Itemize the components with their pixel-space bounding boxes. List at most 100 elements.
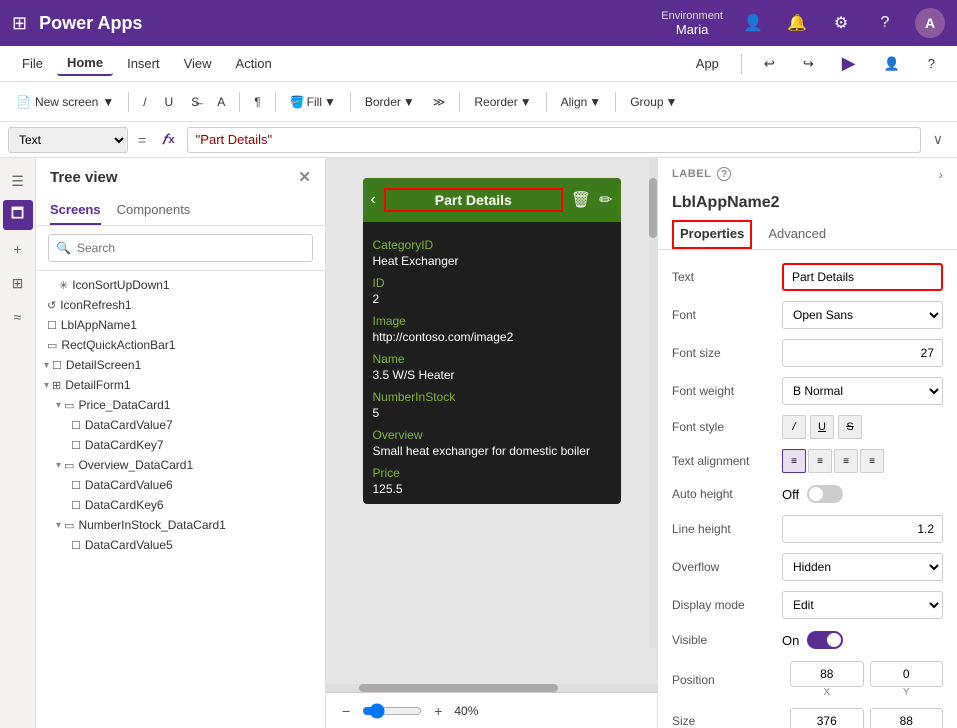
pos-x-group: X	[790, 661, 864, 698]
left-icon-add[interactable]: +	[3, 234, 33, 264]
reorder-button[interactable]: Reorder ▼	[466, 91, 539, 113]
menu-insert[interactable]: Insert	[117, 52, 170, 75]
align-justify-btn[interactable]: ≡	[860, 449, 884, 473]
user-icon[interactable]: 👤	[739, 9, 767, 37]
tree-item-rectquickactionbar1[interactable]: ▭ RectQuickActionBar1	[36, 335, 325, 355]
font-color-btn[interactable]: A	[209, 91, 233, 113]
canvas-scroll-thumb[interactable]	[649, 178, 657, 238]
close-icon[interactable]: ✕	[298, 168, 311, 186]
tree-item-price-datacard1[interactable]: ▾ ▭ Price_DataCard1	[36, 395, 325, 415]
back-icon[interactable]: ‹	[371, 191, 376, 209]
notification-icon[interactable]: 🔔	[783, 9, 811, 37]
phone-title[interactable]: Part Details	[384, 188, 563, 212]
zoom-in-button[interactable]: +	[430, 701, 446, 721]
zoom-slider[interactable]	[362, 703, 422, 719]
font-select[interactable]: Open Sans	[782, 301, 943, 329]
expand-btn[interactable]: ≫	[425, 91, 454, 113]
left-icon-vars[interactable]: ≈	[3, 302, 33, 332]
formula-input[interactable]	[187, 127, 921, 153]
font-size-input[interactable]	[782, 339, 943, 367]
formula-expand-icon[interactable]: ∨	[927, 131, 949, 148]
displaymode-select[interactable]: Edit	[782, 591, 943, 619]
right-panel-expand-icon[interactable]: ›	[938, 166, 943, 182]
expand-icon: ▾	[56, 520, 61, 531]
underline-btn[interactable]: U	[157, 91, 182, 113]
menu-view[interactable]: View	[174, 52, 222, 75]
italic-btn[interactable]: /	[782, 415, 806, 439]
tab-properties[interactable]: Properties	[672, 220, 752, 249]
property-select[interactable]: Text	[8, 127, 128, 153]
menu-action[interactable]: Action	[226, 52, 282, 75]
left-icon-screens[interactable]: 🗖	[3, 200, 33, 230]
run-btn[interactable]: ▶	[832, 49, 866, 78]
autoheight-switch[interactable]	[807, 485, 843, 503]
paragraph-btn[interactable]: ¶	[246, 91, 268, 113]
tab-screens[interactable]: Screens	[50, 196, 101, 225]
help-circle-icon[interactable]: ?	[717, 167, 731, 181]
tree-item-iconrefresh1[interactable]: ↺ IconRefresh1	[36, 295, 325, 315]
tree-item-overview-datacard1[interactable]: ▾ ▭ Overview_DataCard1	[36, 455, 325, 475]
align-button[interactable]: Align ▼	[553, 91, 610, 113]
item-icon: ☐	[71, 439, 81, 452]
grid-icon[interactable]: ⊞	[12, 13, 27, 34]
visible-on-label: On	[782, 633, 799, 648]
canvas-vertical-scrollbar[interactable]	[649, 158, 657, 648]
tree-item-datacardvalue7[interactable]: ☐ DataCardValue7	[36, 415, 325, 435]
border-button[interactable]: Border ▼	[357, 91, 423, 113]
align-center-btn[interactable]: ≡	[808, 449, 832, 473]
align-right-btn[interactable]: ≡	[834, 449, 858, 473]
line-height-input[interactable]	[782, 515, 943, 543]
tree-item-detailform1[interactable]: ▾ ⊞ DetailForm1	[36, 375, 325, 395]
visible-switch[interactable]	[807, 631, 843, 649]
tree-item-detailscreen1[interactable]: ▾ ☐ DetailScreen1	[36, 355, 325, 375]
text-input[interactable]	[782, 263, 943, 291]
tree-item-datacardvalue5[interactable]: ☐ DataCardValue5	[36, 535, 325, 555]
tree-item-lblappname1[interactable]: ☐ LblAppName1	[36, 315, 325, 335]
font-weight-select[interactable]: B Normal	[782, 377, 943, 405]
canvas-hscroll-thumb[interactable]	[359, 684, 558, 692]
zoom-out-button[interactable]: −	[338, 701, 354, 721]
avatar[interactable]: A	[915, 8, 945, 38]
tree-item-datacardvalue6[interactable]: ☐ DataCardValue6	[36, 475, 325, 495]
help-top-btn[interactable]: ?	[918, 52, 945, 75]
menu-home[interactable]: Home	[57, 51, 113, 76]
format-pencil-btn[interactable]: /	[135, 91, 154, 113]
strikethrough-style-btn[interactable]: S	[838, 415, 862, 439]
size-h-input[interactable]	[870, 708, 944, 728]
item-label: RectQuickActionBar1	[61, 338, 175, 352]
undo-btn[interactable]: ↩	[754, 52, 785, 76]
position-y-input[interactable]	[870, 661, 944, 687]
left-icon-data[interactable]: ⊞	[3, 268, 33, 298]
left-icon-menu[interactable]: ☰	[3, 166, 33, 196]
app-btn[interactable]: App	[686, 52, 729, 75]
fx-button[interactable]: 𝑓x	[156, 131, 180, 148]
phone-header: ‹ Part Details 🗑 ✏	[363, 178, 621, 222]
help-icon[interactable]: ?	[871, 9, 899, 37]
tab-advanced[interactable]: Advanced	[768, 220, 826, 249]
position-x-input[interactable]	[790, 661, 864, 687]
tree-item-iconsortupdown1[interactable]: ✳ IconSortUpDown1	[36, 275, 325, 295]
tab-components[interactable]: Components	[117, 196, 191, 225]
share-btn[interactable]: 👤	[874, 52, 910, 76]
fill-button[interactable]: 🪣 Fill ▼	[282, 91, 344, 113]
canvas-hscrollbar[interactable]	[326, 684, 657, 692]
new-screen-button[interactable]: 📄 New screen ▼	[8, 91, 122, 113]
redo-btn[interactable]: ↪	[793, 52, 824, 76]
group-button[interactable]: Group ▼	[622, 91, 685, 113]
tree-item-datacardkey7[interactable]: ☐ DataCardKey7	[36, 435, 325, 455]
strikethrough-btn[interactable]: S̶	[183, 91, 207, 113]
edit-icon[interactable]: ✏	[599, 190, 612, 210]
menu-file[interactable]: File	[12, 52, 53, 75]
overflow-select[interactable]: Hidden	[782, 553, 943, 581]
search-input[interactable]	[48, 234, 313, 262]
tree-item-numberinstock-datacard1[interactable]: ▾ ▭ NumberInStock_DataCard1	[36, 515, 325, 535]
size-w-input[interactable]	[790, 708, 864, 728]
delete-icon[interactable]: 🗑	[571, 190, 591, 210]
settings-icon[interactable]: ⚙	[827, 9, 855, 37]
item-label: DetailForm1	[65, 378, 130, 392]
item-label: DataCardKey6	[85, 498, 164, 512]
tree-item-datacardkey6[interactable]: ☐ DataCardKey6	[36, 495, 325, 515]
underline-style-btn[interactable]: U	[810, 415, 834, 439]
align-left-btn[interactable]: ≡	[782, 449, 806, 473]
visible-toggle: On	[782, 631, 943, 649]
